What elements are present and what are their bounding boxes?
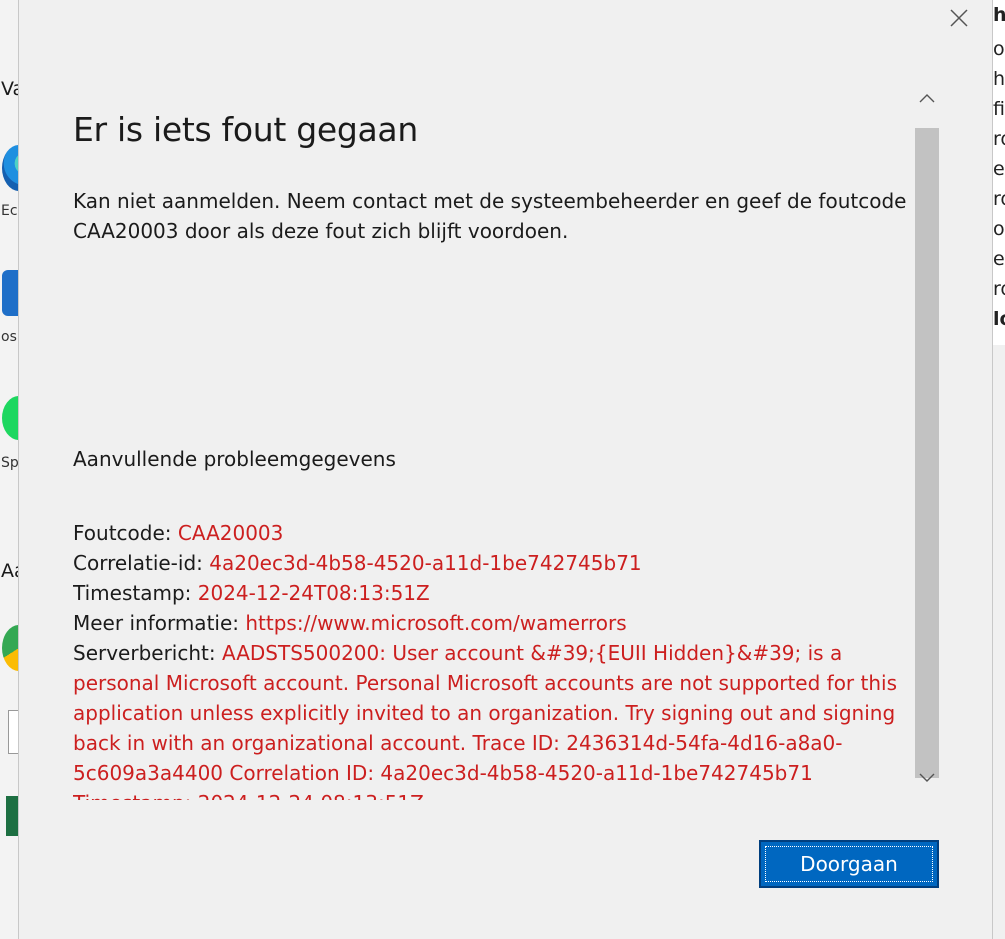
chevron-up-icon — [919, 94, 935, 103]
server-message-row: Serverbericht: AADSTS500200: User accoun… — [73, 638, 919, 800]
background-text: ro — [993, 278, 1005, 300]
background-text: h — [993, 68, 1005, 90]
background-text: Ec — [1, 203, 18, 219]
close-button[interactable] — [947, 6, 971, 30]
close-icon — [950, 9, 968, 27]
timestamp-label: Timestamp: — [73, 581, 198, 605]
dialog-content: Er is iets fout gegaan Kan niet aanmelde… — [73, 100, 919, 800]
edge-icon[interactable] — [2, 145, 18, 191]
store-icon[interactable] — [2, 270, 18, 316]
server-message-label: Serverbericht: — [73, 641, 222, 665]
background-window-right: h o h fi ro e ro o e ro lo — [993, 0, 1005, 939]
error-details: Foutcode: CAA20003 Correlatie-id: 4a20ec… — [73, 518, 919, 800]
scroll-up-button[interactable] — [914, 86, 940, 126]
error-dialog: Er is iets fout gegaan Kan niet aanmelde… — [18, 0, 993, 939]
background-text: e — [993, 248, 1005, 270]
background-window-frame — [8, 710, 18, 754]
background-text: fi — [993, 98, 1005, 120]
vertical-scrollbar[interactable] — [914, 86, 940, 804]
details-heading: Aanvullende probleemgegevens — [73, 447, 396, 471]
error-code-value: CAA20003 — [177, 521, 284, 545]
continue-button[interactable]: Doorgaan — [759, 840, 939, 888]
timestamp-row: Timestamp: 2024-12-24T08:13:51Z — [73, 578, 919, 608]
more-info-row: Meer informatie: https://www.microsoft.c… — [73, 608, 919, 638]
background-text: Sp — [1, 455, 18, 471]
correlation-value: 4a20ec3d-4b58-4520-a11d-1be742745b71 — [209, 551, 642, 575]
correlation-row: Correlatie-id: 4a20ec3d-4b58-4520-a11d-1… — [73, 548, 919, 578]
error-message: Kan niet aanmelden. Neem contact met de … — [73, 189, 907, 243]
background-text: o — [993, 218, 1005, 240]
more-info-link[interactable]: https://www.microsoft.com/wamerrors — [245, 611, 626, 635]
background-text: os — [1, 329, 17, 345]
background-window-left: Va Ec os Sp Aa — [0, 0, 18, 939]
dialog-title: Er is iets fout gegaan — [73, 110, 418, 149]
continue-button-label: Doorgaan — [800, 852, 898, 876]
background-text: h — [993, 4, 1005, 26]
scroll-thumb[interactable] — [915, 128, 939, 778]
background-text: lo — [993, 308, 1005, 330]
spotify-icon[interactable] — [2, 396, 18, 440]
correlation-label: Correlatie-id: — [73, 551, 210, 575]
chrome-icon[interactable] — [2, 625, 18, 671]
chevron-down-icon — [919, 773, 935, 782]
more-info-label: Meer informatie: — [73, 611, 246, 635]
background-text: o — [993, 38, 1005, 60]
background-text: Aa — [1, 560, 18, 582]
error-code-label: Foutcode: — [73, 521, 178, 545]
excel-icon[interactable] — [6, 796, 18, 836]
timestamp-value: 2024-12-24T08:13:51Z — [197, 581, 430, 605]
background-panel — [993, 345, 1005, 939]
error-code-row: Foutcode: CAA20003 — [73, 518, 919, 548]
background-text: ro — [993, 128, 1005, 150]
background-text: e — [993, 158, 1005, 180]
scroll-down-button[interactable] — [914, 764, 940, 804]
background-text: Va — [1, 78, 18, 100]
background-text: ro — [993, 188, 1005, 210]
